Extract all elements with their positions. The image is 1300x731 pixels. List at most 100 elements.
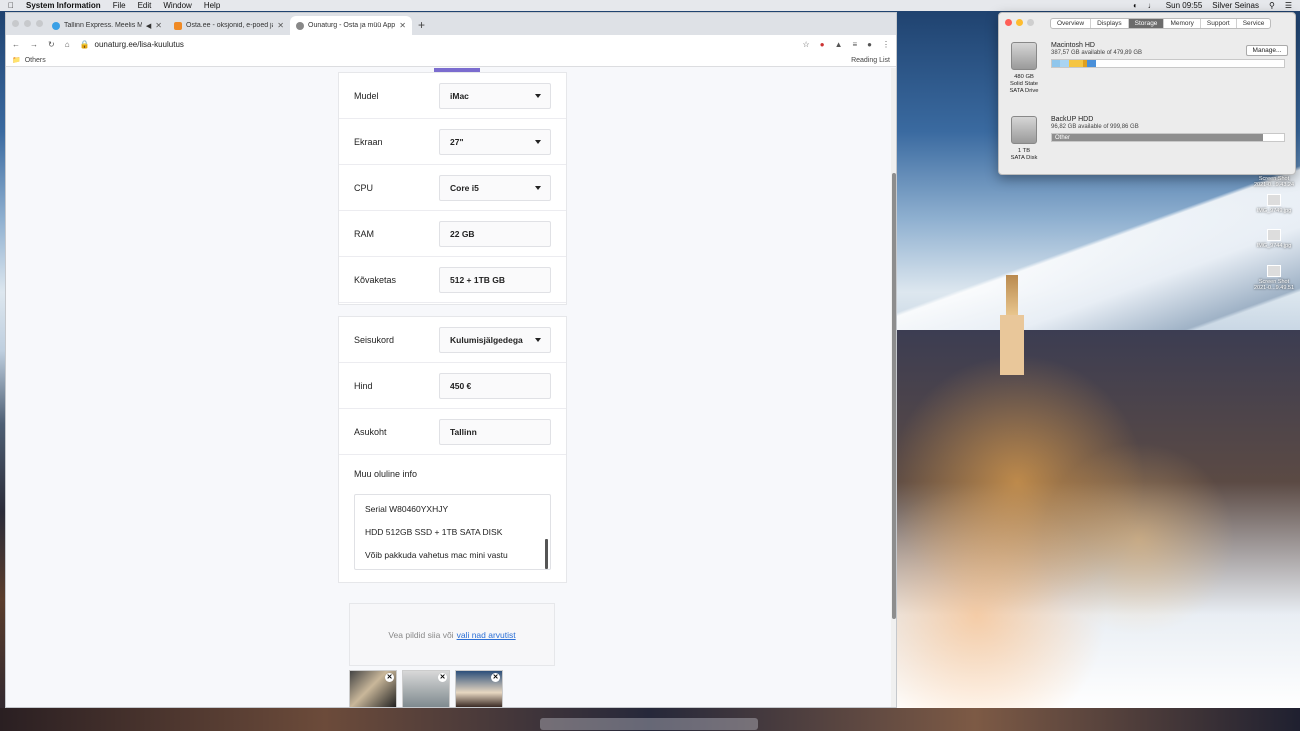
system-information-window: Overview Displays Storage Memory Support… [998, 12, 1296, 175]
mute-icon[interactable]: ◀ [146, 22, 151, 30]
photo-thumbnail: ✕ [349, 670, 397, 707]
close-button[interactable] [1005, 19, 1012, 26]
remove-photo-icon[interactable]: ✕ [438, 673, 447, 682]
select-field[interactable]: 27" [439, 128, 551, 155]
tab-osta[interactable]: Osta.ee - oksjonid, e-poed ja t ✕ [168, 16, 290, 35]
page-scrollbar[interactable] [891, 68, 896, 707]
tab-service[interactable]: Service [1237, 19, 1271, 28]
new-tab-button[interactable]: + [412, 16, 431, 35]
text-field[interactable]: 22 GB [439, 220, 551, 247]
storage-segment [1069, 60, 1083, 67]
spotlight-icon[interactable]: ⚲ [1269, 1, 1275, 10]
select-field[interactable]: iMac [439, 82, 551, 109]
disk-name: BackUP HDD [1051, 116, 1094, 123]
desktop-file[interactable]: IMG_9749.jpg [1252, 194, 1296, 214]
zoom-button[interactable] [1027, 19, 1034, 26]
profile-icon[interactable]: ● [867, 40, 872, 49]
field-label: RAM [354, 228, 374, 239]
notes-textarea[interactable]: Serial W80460YXHJY HDD 512GB SSD + 1TB S… [354, 494, 551, 570]
extension-icon[interactable]: ● [820, 40, 825, 49]
home-icon[interactable]: ⌂ [65, 40, 70, 49]
storage-segment [1060, 60, 1069, 67]
menu-user[interactable]: Silver Seinas [1212, 1, 1259, 10]
apple-icon[interactable]:  [8, 1, 14, 10]
tab-memory[interactable]: Memory [1164, 19, 1201, 28]
desktop-file[interactable]: IMG_9744.jpg [1252, 229, 1296, 249]
photo-thumbnail: ✕ [455, 670, 503, 707]
minimize-button[interactable] [24, 20, 31, 27]
select-field[interactable]: Kulumisjälgedega [439, 326, 551, 353]
tab-tallinn-express[interactable]: Tallinn Express. Meelis Me ◀ ✕ [46, 16, 168, 35]
tab-storage[interactable]: Storage [1128, 19, 1165, 28]
extensions-puzzle-icon[interactable]: ▲ [835, 40, 843, 49]
menu-help[interactable]: Help [204, 1, 220, 10]
tab-displays[interactable]: Displays [1091, 19, 1129, 28]
menu-kebab-icon[interactable]: ⋮ [882, 40, 890, 49]
page-viewport: Mudel iMac Ekraan 27" CPU Core i5 RAM 22 GB Kõva… [6, 68, 896, 707]
lock-icon: 🔒 [79, 40, 90, 49]
storage-segment-other: Other [1052, 134, 1263, 141]
dock[interactable] [540, 718, 758, 730]
field-label: Kõvaketas [354, 274, 397, 285]
disk-backup-hdd: 1 TB SATA Disk BackUP HDD 96,82 GB avail… [1009, 116, 1289, 176]
disk-available: 387,57 GB available of 479,89 GB [1051, 50, 1143, 56]
text-field[interactable]: Tallinn [439, 418, 551, 445]
tab-title: Osta.ee - oksjonid, e-poed ja t [186, 22, 274, 29]
volume-icon[interactable]: ♩ [1148, 1, 1156, 10]
tab-ounaturg[interactable]: Õunaturg - Osta ja müü Apple ✕ [290, 16, 412, 35]
field-label: Ekraan [354, 136, 383, 147]
text-field[interactable]: 450 € [439, 372, 551, 399]
forward-icon[interactable]: → [30, 40, 38, 49]
tab-title: Õunaturg - Osta ja müü Apple [308, 22, 396, 29]
control-center-icon[interactable]: ☰ [1285, 1, 1292, 10]
desktop-file[interactable]: Screen Shot 2021-0...9.49.51 [1252, 265, 1296, 291]
text-field[interactable]: 512 + 1TB GB [439, 266, 551, 293]
reading-list-icon[interactable]: ≡ [852, 40, 857, 49]
caret-down-icon [535, 93, 541, 98]
manage-button[interactable]: Manage... [1246, 45, 1288, 56]
field-value: Kulumisjälgedega [450, 334, 523, 345]
photo-dropzone[interactable]: Vea pildid siia või vali nad arvutist [349, 603, 555, 666]
desktop-file[interactable]: Screen Shot 2021-0...9.43.24 [1252, 176, 1296, 188]
reading-list-button[interactable]: Reading List [851, 57, 890, 64]
form-row-ekraan: Ekraan 27" [339, 119, 566, 165]
desktop-file-label: Screen Shot 2021-0...9.43.24 [1253, 176, 1295, 188]
wifi-icon[interactable]: ◐ [1133, 1, 1138, 10]
bookmark-others[interactable]: Others [25, 57, 46, 64]
page-scrollbar-thumb[interactable] [892, 173, 896, 619]
field-value: 450 € [450, 380, 472, 391]
notes-line: Võib pakkuda vahetus mac mini vastu [365, 550, 508, 560]
menu-edit[interactable]: Edit [138, 1, 152, 10]
favicon [174, 21, 182, 30]
tab-support[interactable]: Support [1201, 19, 1237, 28]
sysinfo-titlebar: Overview Displays Storage Memory Support… [999, 13, 1295, 33]
menu-file[interactable]: File [113, 1, 126, 10]
close-tab-icon[interactable]: ✕ [277, 21, 284, 30]
close-tab-icon[interactable]: ✕ [155, 21, 162, 30]
disk-available: 96,82 GB available of 999,86 GB [1051, 124, 1139, 130]
dropzone-text: Vea pildid siia või [388, 629, 454, 640]
reload-icon[interactable]: ↻ [48, 40, 55, 49]
field-label: Hind [354, 380, 373, 391]
remove-photo-icon[interactable]: ✕ [385, 673, 394, 682]
disk-type: SATA Disk [1010, 155, 1038, 161]
textarea-scrollbar[interactable] [545, 539, 548, 569]
menu-window[interactable]: Window [163, 1, 191, 10]
storage-bar: Other [1051, 133, 1285, 142]
remove-photo-icon[interactable]: ✕ [491, 673, 500, 682]
back-icon[interactable]: ← [12, 40, 20, 49]
close-button[interactable] [12, 20, 19, 27]
minimize-button[interactable] [1016, 19, 1023, 26]
close-tab-icon[interactable]: ✕ [399, 21, 406, 30]
menu-clock[interactable]: Sun 09:55 [1166, 1, 1202, 10]
tab-overview[interactable]: Overview [1051, 19, 1092, 28]
form-row-mudel: Mudel iMac [339, 73, 566, 119]
app-menu[interactable]: System Information [26, 1, 101, 10]
address-bar[interactable]: 🔒 ounaturg.ee/lisa-kuulutus [80, 40, 793, 49]
zoom-button[interactable] [36, 20, 43, 27]
bookmark-star-icon[interactable]: ☆ [803, 40, 810, 49]
choose-files-link[interactable]: vali nad arvutist [457, 630, 516, 640]
wallpaper-village [896, 330, 1300, 710]
select-field[interactable]: Core i5 [439, 174, 551, 201]
window-controls [12, 20, 43, 27]
